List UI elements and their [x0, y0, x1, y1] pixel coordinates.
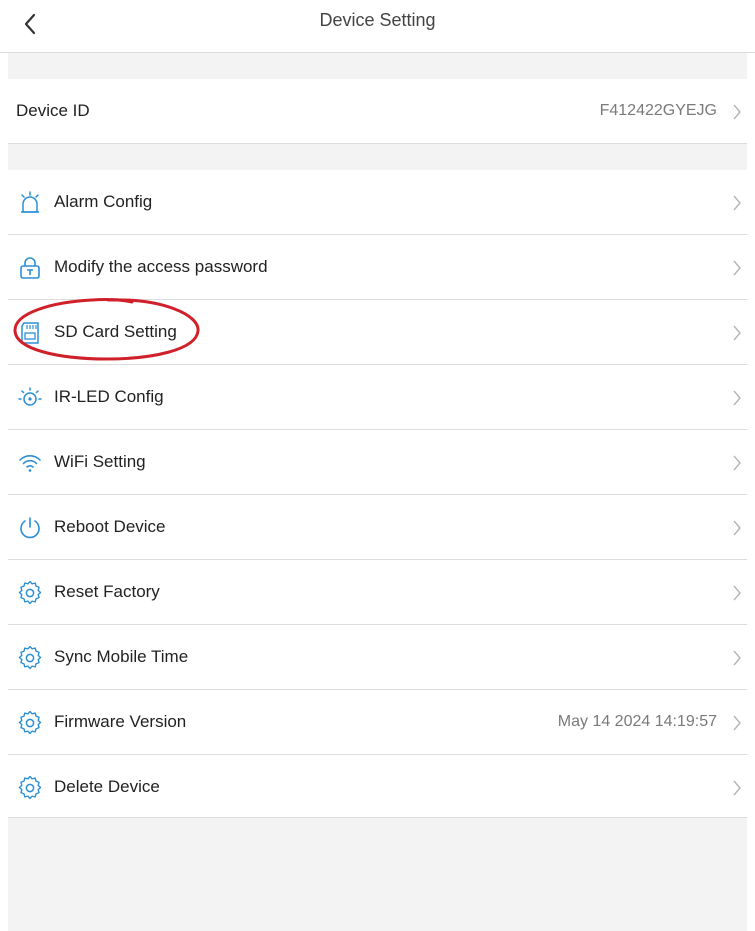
menu-item-label: Modify the access password: [54, 257, 268, 276]
page-title: Device Setting: [319, 10, 436, 30]
menu-item-wifi-setting[interactable]: WiFi Setting: [8, 430, 747, 495]
menu-item-delete-device[interactable]: Delete Device: [8, 755, 747, 818]
menu-item-label: Firmware Version: [54, 712, 187, 731]
section-gap: [8, 144, 747, 170]
chevron-right-icon: [733, 325, 741, 341]
chevron-right-icon: [733, 104, 741, 120]
device-id-label: Device ID: [16, 101, 90, 120]
chevron-right-icon: [733, 715, 741, 731]
menu-item-sd-card-setting[interactable]: SD Card Setting: [8, 300, 747, 365]
sd-card-icon: [21, 322, 39, 344]
menu-item-alarm-config[interactable]: Alarm Config: [8, 170, 747, 235]
chevron-right-icon: [733, 520, 741, 536]
menu-item-reboot-device[interactable]: Reboot Device: [8, 495, 747, 560]
chevron-right-icon: [733, 585, 741, 601]
chevron-right-icon: [733, 195, 741, 211]
firmware-version-value: May 14 2024 14:19:57: [557, 713, 717, 730]
menu-item-reset-factory[interactable]: Reset Factory: [8, 560, 747, 625]
alarm-icon: [21, 191, 39, 213]
menu-item-label: SD Card Setting: [54, 322, 177, 341]
chevron-right-icon: [733, 260, 741, 276]
menu-item-label: IR-LED Config: [54, 387, 164, 406]
wifi-icon: [19, 455, 41, 472]
gear-icon: [18, 711, 42, 735]
ir-led-icon: [18, 387, 42, 406]
gear-icon: [18, 581, 42, 605]
menu-item-label: Reboot Device: [54, 517, 166, 536]
menu-item-ir-led-config[interactable]: IR-LED Config: [8, 365, 747, 430]
menu-item-label: Sync Mobile Time: [54, 647, 189, 666]
device-id-value: F412422GYEJG: [599, 102, 717, 119]
section-gap: [8, 53, 747, 79]
menu-item-label: Alarm Config: [54, 192, 153, 211]
menu-item-firmware-version[interactable]: Firmware Version May 14 2024 14:19:57: [8, 690, 747, 755]
header-bar: Device Setting: [0, 0, 755, 53]
menu-item-label: WiFi Setting: [54, 452, 146, 471]
chevron-right-icon: [733, 650, 741, 666]
chevron-right-icon: [733, 455, 741, 471]
lock-icon: [20, 257, 40, 279]
gear-icon: [18, 646, 42, 670]
chevron-right-icon: [733, 780, 741, 796]
gear-icon: [18, 776, 42, 800]
menu-item-label: Delete Device: [54, 777, 160, 796]
device-id-row[interactable]: Device ID F412422GYEJG: [8, 79, 747, 144]
power-icon: [20, 517, 40, 539]
chevron-right-icon: [733, 390, 741, 406]
menu-item-sync-mobile-time[interactable]: Sync Mobile Time: [8, 625, 747, 690]
menu-item-modify-password[interactable]: Modify the access password: [8, 235, 747, 300]
menu-item-label: Reset Factory: [54, 582, 160, 601]
empty-footer-area: [8, 818, 747, 931]
